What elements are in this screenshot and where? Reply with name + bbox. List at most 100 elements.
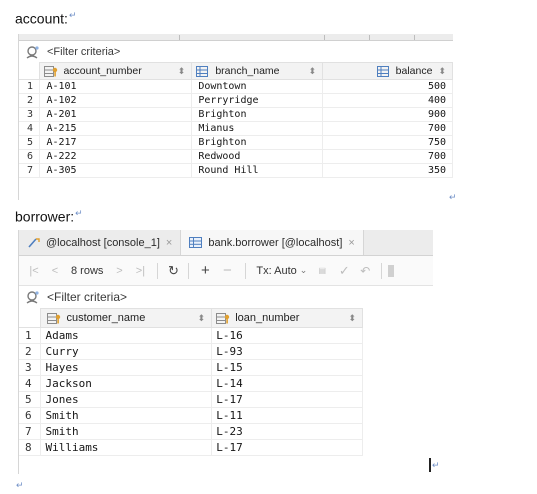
row-number: 4 bbox=[19, 121, 41, 136]
database-commit-icon[interactable]: ▤ bbox=[311, 261, 333, 281]
loan-number-cell[interactable]: L-93 bbox=[211, 343, 363, 360]
table-row[interactable]: 6 A-222 Redwood 700 bbox=[19, 149, 453, 164]
close-icon[interactable]: × bbox=[348, 237, 354, 249]
balance-cell[interactable]: 350 bbox=[322, 163, 453, 178]
toolbar-divider bbox=[245, 262, 247, 279]
account-number-cell[interactable]: A-222 bbox=[39, 149, 193, 164]
column-header-balance[interactable]: balance ⬍ bbox=[322, 62, 453, 80]
table-row[interactable]: 6 Smith L-11 bbox=[19, 407, 363, 424]
table-row[interactable]: 2 Curry L-93 bbox=[19, 343, 363, 360]
text-cursor bbox=[429, 458, 431, 472]
next-page-icon[interactable]: > bbox=[109, 261, 129, 281]
customer-name-cell[interactable]: Jackson bbox=[40, 375, 213, 392]
reload-icon[interactable]: ↻ bbox=[164, 261, 182, 281]
balance-cell[interactable]: 500 bbox=[322, 79, 453, 94]
delete-row-icon[interactable]: − bbox=[215, 261, 239, 281]
close-icon[interactable]: × bbox=[166, 237, 172, 249]
balance-cell[interactable]: 750 bbox=[322, 135, 453, 150]
row-number-header bbox=[19, 62, 41, 80]
table-row[interactable]: 4 Jackson L-14 bbox=[19, 375, 363, 392]
customer-name-cell[interactable]: Hayes bbox=[40, 359, 213, 376]
transaction-mode-selector[interactable]: Tx: Auto ⌄ bbox=[252, 261, 311, 281]
account-filter-bar[interactable]: <Filter criteria> bbox=[19, 42, 453, 61]
table-row[interactable]: 4 A-215 Mianus 700 bbox=[19, 121, 453, 136]
account-table: account_number ⬍ branch_name ⬍ balance ⬍… bbox=[19, 62, 453, 178]
balance-cell[interactable]: 400 bbox=[322, 93, 453, 108]
customer-name-cell[interactable]: Jones bbox=[40, 391, 213, 408]
filter-icon bbox=[26, 291, 39, 304]
row-count-selector[interactable]: 8 rows bbox=[65, 261, 109, 281]
first-page-icon[interactable]: |< bbox=[23, 261, 45, 281]
balance-cell[interactable]: 700 bbox=[322, 149, 453, 164]
tab-console[interactable]: @localhost [console_1] × bbox=[19, 230, 182, 255]
customer-name-cell[interactable]: Smith bbox=[40, 407, 213, 424]
table-row[interactable]: 8 Williams L-17 bbox=[19, 439, 363, 456]
balance-cell[interactable]: 900 bbox=[322, 107, 453, 122]
loan-number-cell[interactable]: L-17 bbox=[211, 391, 363, 408]
row-number: 5 bbox=[19, 135, 41, 150]
paragraph-mark-icon: ↵ bbox=[75, 208, 83, 218]
table-icon bbox=[189, 237, 203, 248]
loan-number-cell[interactable]: L-15 bbox=[211, 359, 363, 376]
row-number: 3 bbox=[19, 359, 42, 376]
branch-name-cell[interactable]: Perryridge bbox=[191, 93, 324, 108]
paragraph-mark-icon: ↵ bbox=[449, 192, 457, 202]
sort-icon[interactable]: ⬍ bbox=[309, 66, 317, 77]
row-number: 2 bbox=[19, 343, 42, 360]
column-header-loan-number[interactable]: loan_number ⬍ bbox=[211, 308, 363, 328]
toolbar-divider bbox=[381, 262, 383, 279]
sort-icon[interactable]: ⬍ bbox=[348, 313, 356, 324]
branch-name-cell[interactable]: Brighton bbox=[191, 135, 324, 150]
customer-name-cell[interactable]: Smith bbox=[40, 423, 213, 440]
table-row[interactable]: 5 A-217 Brighton 750 bbox=[19, 135, 453, 150]
branch-name-cell[interactable]: Round Hill bbox=[191, 163, 324, 178]
loan-number-cell[interactable]: L-11 bbox=[211, 407, 363, 424]
sort-icon[interactable]: ⬍ bbox=[198, 313, 206, 324]
overflow-handle-icon[interactable] bbox=[388, 264, 395, 277]
branch-name-cell[interactable]: Mianus bbox=[191, 121, 324, 136]
table-row[interactable]: 3 A-201 Brighton 900 bbox=[19, 107, 453, 122]
sort-icon[interactable]: ⬍ bbox=[438, 66, 446, 77]
rollback-icon[interactable]: ↶ bbox=[355, 261, 375, 281]
loan-number-cell[interactable]: L-14 bbox=[211, 375, 363, 392]
customer-name-cell[interactable]: Adams bbox=[40, 327, 213, 344]
branch-name-cell[interactable]: Brighton bbox=[191, 107, 324, 122]
table-row[interactable]: 3 Hayes L-15 bbox=[19, 359, 363, 376]
account-number-cell[interactable]: A-305 bbox=[39, 163, 193, 178]
table-row[interactable]: 2 A-102 Perryridge 400 bbox=[19, 93, 453, 108]
account-number-cell[interactable]: A-215 bbox=[39, 121, 193, 136]
branch-name-cell[interactable]: Downtown bbox=[191, 79, 324, 94]
account-number-cell[interactable]: A-102 bbox=[39, 93, 193, 108]
tab-bank-borrower[interactable]: bank.borrower [@localhost] × bbox=[181, 230, 364, 255]
previous-page-icon[interactable]: < bbox=[45, 261, 65, 281]
last-page-icon[interactable]: >| bbox=[129, 261, 151, 281]
balance-cell[interactable]: 700 bbox=[322, 121, 453, 136]
table-row[interactable]: 7 Smith L-23 bbox=[19, 423, 363, 440]
account-number-cell[interactable]: A-201 bbox=[39, 107, 193, 122]
commit-check-icon[interactable]: ✓ bbox=[333, 261, 355, 281]
account-number-cell[interactable]: A-217 bbox=[39, 135, 193, 150]
primary-key-column-icon bbox=[216, 312, 230, 324]
table-row[interactable]: 7 A-305 Round Hill 350 bbox=[19, 163, 453, 178]
account-number-cell[interactable]: A-101 bbox=[39, 79, 193, 94]
loan-number-cell[interactable]: L-17 bbox=[211, 439, 363, 456]
borrower-filter-input[interactable]: <Filter criteria> bbox=[47, 290, 127, 304]
table-row[interactable]: 1 A-101 Downtown 500 bbox=[19, 79, 453, 94]
table-row[interactable]: 1 Adams L-16 bbox=[19, 327, 363, 344]
column-icon bbox=[376, 65, 389, 77]
table-row[interactable]: 5 Jones L-17 bbox=[19, 391, 363, 408]
account-filter-input[interactable]: <Filter criteria> bbox=[47, 46, 120, 58]
loan-number-cell[interactable]: L-23 bbox=[211, 423, 363, 440]
column-label: account_number bbox=[63, 65, 142, 77]
column-header-account-number[interactable]: account_number ⬍ bbox=[39, 62, 193, 80]
column-header-customer-name[interactable]: customer_name ⬍ bbox=[40, 308, 213, 328]
branch-name-cell[interactable]: Redwood bbox=[191, 149, 324, 164]
sort-icon[interactable]: ⬍ bbox=[178, 66, 186, 77]
loan-number-cell[interactable]: L-16 bbox=[211, 327, 363, 344]
add-row-icon[interactable]: + bbox=[195, 261, 215, 281]
column-header-branch-name[interactable]: branch_name ⬍ bbox=[191, 62, 324, 80]
editor-tab-bar: @localhost [console_1] × bank.borrower [… bbox=[19, 230, 433, 256]
borrower-filter-bar[interactable]: <Filter criteria> bbox=[19, 287, 453, 307]
customer-name-cell[interactable]: Curry bbox=[40, 343, 213, 360]
customer-name-cell[interactable]: Williams bbox=[40, 439, 213, 456]
